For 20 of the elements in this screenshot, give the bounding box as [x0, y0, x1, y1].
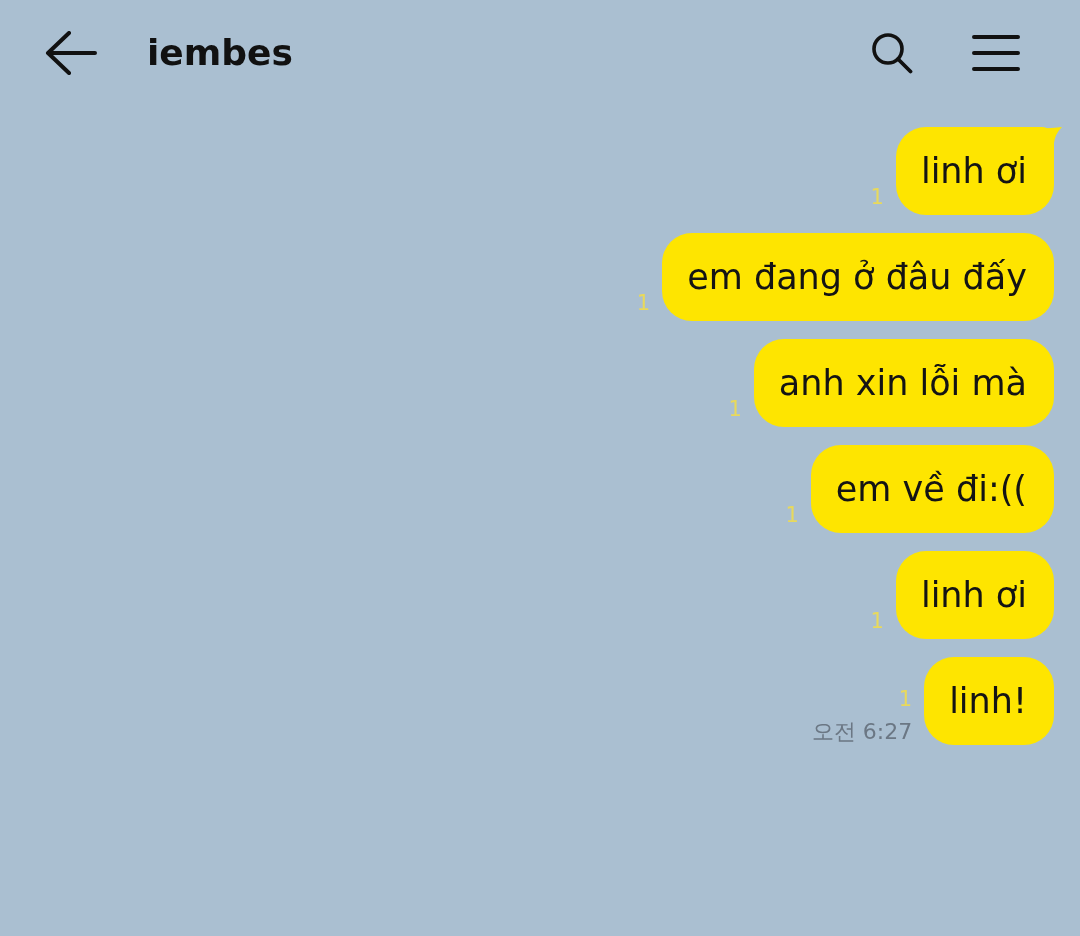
menu-button[interactable] [972, 33, 1020, 72]
message-time: 오전 6:27 [811, 719, 913, 745]
message-bubble: linh ơi [895, 127, 1054, 215]
chat-title: iembes [147, 30, 293, 75]
back-button[interactable] [45, 30, 97, 75]
search-button[interactable] [871, 31, 913, 74]
unread-count: 1 [636, 291, 651, 315]
message-bubble: linh! [924, 657, 1054, 745]
unread-count: 1 [785, 503, 799, 527]
unread-count: 1 [870, 185, 884, 209]
message-bubble: em về đi:(( [810, 445, 1054, 533]
search-icon [871, 31, 913, 74]
unread-count: 1 [870, 609, 884, 633]
message-bubble: linh ơi [895, 551, 1054, 639]
menu-icon [972, 33, 1020, 72]
message-bubble: em đang ở đâu đấy [662, 233, 1054, 321]
unread-count: 1 [728, 397, 742, 421]
back-arrow-icon [45, 30, 97, 75]
unread-count: 1 [898, 687, 913, 711]
message-bubble: anh xin lỗi mà [753, 339, 1054, 427]
